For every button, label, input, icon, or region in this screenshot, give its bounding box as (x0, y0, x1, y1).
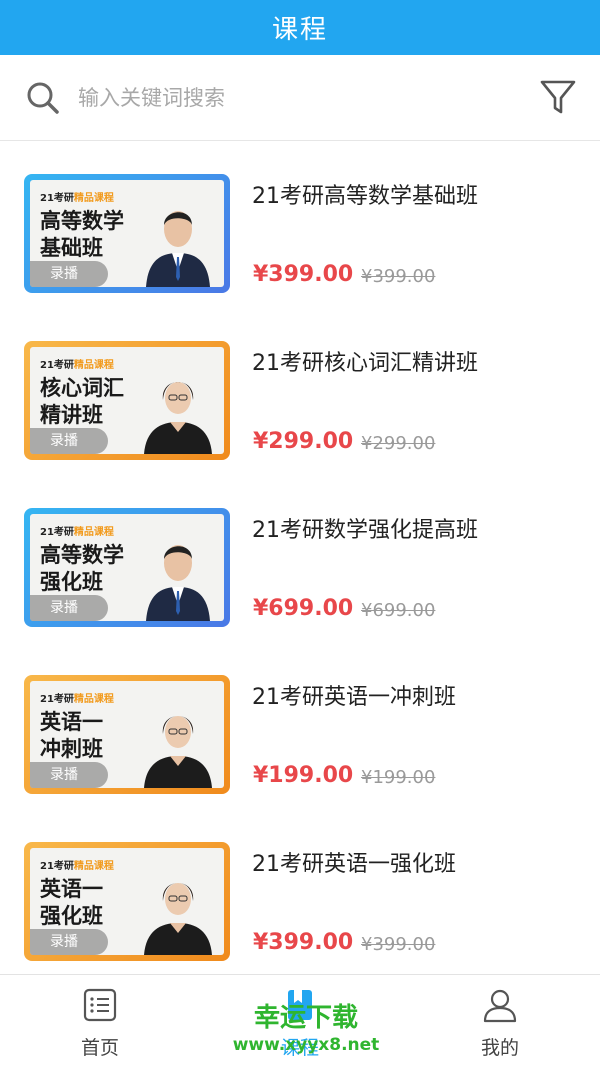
course-item[interactable]: 21考研精品课程 高等数学 基础班 录播 21考研高等数学基础班 ¥399.00 … (0, 142, 600, 309)
recorded-badge: 录播 (30, 762, 108, 788)
thumb-tag: 21考研精品课程 (40, 193, 114, 204)
course-original-price: ¥399.00 (361, 934, 436, 955)
course-title[interactable]: 21考研数学强化提高班 (252, 512, 478, 544)
search-icon[interactable] (26, 81, 60, 115)
search-bar (0, 55, 600, 141)
course-item[interactable]: 21考研精品课程 英语一 强化班 录播 21考研英语一强化班 ¥399.00 ¥3… (0, 810, 600, 977)
course-thumbnail[interactable]: 21考研精品课程 英语一 强化班 录播 (24, 842, 230, 961)
course-list: 21考研精品课程 高等数学 基础班 录播 21考研高等数学基础班 ¥399.00 … (0, 142, 600, 977)
filter-icon[interactable] (538, 77, 578, 117)
page-title: 课程 (271, 15, 328, 45)
thumb-tag: 21考研精品课程 (40, 694, 114, 705)
course-title[interactable]: 21考研英语一强化班 (252, 846, 456, 878)
course-original-price: ¥199.00 (361, 767, 436, 788)
tab-label: 课程 (280, 1037, 319, 1059)
tab-label: 首页 (80, 1037, 119, 1059)
course-item[interactable]: 21考研精品课程 高等数学 强化班 录播 21考研数学强化提高班 ¥699.00 … (0, 476, 600, 643)
course-thumbnail[interactable]: 21考研精品课程 高等数学 基础班 录播 (24, 174, 230, 293)
search-input[interactable] (78, 80, 498, 116)
course-original-price: ¥299.00 (361, 433, 436, 454)
thumb-tag: 21考研精品课程 (40, 527, 114, 538)
teacher-photo (146, 545, 210, 621)
thumb-title: 核心词汇 精讲班 (40, 376, 124, 427)
tab-label: 我的 (480, 1037, 519, 1059)
thumb-title: 英语一 冲刺班 (40, 710, 103, 761)
course-thumbnail[interactable]: 21考研精品课程 英语一 冲刺班 录播 (24, 675, 230, 794)
course-title[interactable]: 21考研核心词汇精讲班 (252, 345, 478, 377)
course-price: ¥199.00 (253, 763, 354, 788)
recorded-badge: 录播 (30, 595, 108, 621)
course-item[interactable]: 21考研精品课程 英语一 冲刺班 录播 21考研英语一冲刺班 ¥199.00 ¥1… (0, 643, 600, 810)
course-thumbnail[interactable]: 21考研精品课程 核心词汇 精讲班 录播 (24, 341, 230, 460)
teacher-photo (144, 883, 212, 955)
recorded-badge: 录播 (30, 261, 108, 287)
teacher-photo (144, 382, 212, 454)
thumb-tag: 21考研精品课程 (40, 861, 114, 872)
top-bar: 课程 (0, 0, 600, 55)
recorded-badge: 录播 (30, 428, 108, 454)
course-thumbnail[interactable]: 21考研精品课程 高等数学 强化班 录播 (24, 508, 230, 627)
bottom-tab-bar: 首页 课程 我的 (0, 974, 600, 1067)
thumb-title: 高等数学 强化班 (40, 543, 124, 594)
teacher-photo (146, 211, 210, 287)
course-price: ¥399.00 (253, 262, 354, 287)
course-title[interactable]: 21考研英语一冲刺班 (252, 679, 456, 711)
course-price: ¥399.00 (253, 930, 354, 955)
course-title[interactable]: 21考研高等数学基础班 (252, 178, 478, 210)
course-original-price: ¥399.00 (361, 266, 436, 287)
course-item[interactable]: 21考研精品课程 核心词汇 精讲班 录播 21考研核心词汇精讲班 ¥299.00 … (0, 309, 600, 476)
list-icon (83, 988, 117, 1022)
bookmark-icon (288, 990, 312, 1020)
tab-courses[interactable]: 课程 (200, 975, 400, 1067)
tab-mine[interactable]: 我的 (400, 975, 600, 1067)
thumb-title: 高等数学 基础班 (40, 209, 124, 260)
tab-home[interactable]: 首页 (0, 975, 200, 1067)
user-icon (483, 989, 517, 1023)
thumb-tag: 21考研精品课程 (40, 360, 114, 371)
course-price: ¥699.00 (253, 596, 354, 621)
course-price: ¥299.00 (253, 429, 354, 454)
recorded-badge: 录播 (30, 929, 108, 955)
thumb-title: 英语一 强化班 (40, 877, 103, 928)
teacher-photo (144, 716, 212, 788)
course-original-price: ¥699.00 (361, 600, 436, 621)
